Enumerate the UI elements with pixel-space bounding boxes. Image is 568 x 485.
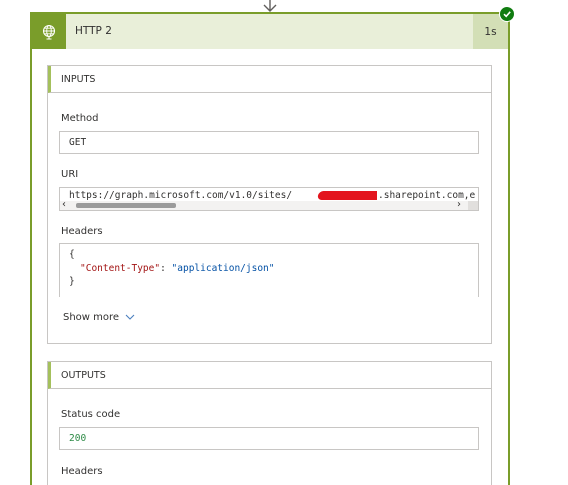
- method-field[interactable]: GET: [59, 131, 479, 154]
- scrollbar-corner: [468, 201, 478, 210]
- show-more-button[interactable]: Show more: [63, 312, 135, 323]
- globe-icon: [32, 14, 66, 49]
- uri-label: URI: [61, 169, 79, 180]
- headers-field[interactable]: { "Content-Type": "application/json" }: [59, 243, 479, 297]
- json-key: "Content-Type": [80, 262, 161, 274]
- uri-scrollbar-thumb[interactable]: [76, 203, 176, 208]
- success-check-icon: [499, 6, 515, 22]
- headers-label: Headers: [61, 226, 103, 237]
- status-code-label: Status code: [61, 409, 121, 420]
- outputs-section: OUTPUTS: [47, 361, 492, 485]
- output-headers-label: Headers: [61, 466, 103, 477]
- json-separator: :: [160, 262, 172, 274]
- status-code-field[interactable]: 200: [59, 427, 479, 450]
- json-close-brace: }: [69, 276, 75, 287]
- chevron-down-icon: [125, 312, 135, 323]
- scroll-right-icon[interactable]: ›: [457, 199, 461, 210]
- scroll-left-icon[interactable]: ‹: [62, 199, 66, 210]
- json-value: "application/json": [171, 262, 275, 274]
- uri-text: https://graph.microsoft.com/v1.0/sites/: [69, 190, 293, 201]
- inputs-section-title: INPUTS: [48, 66, 491, 93]
- redaction-mark: [317, 191, 383, 200]
- uri-field[interactable]: https://graph.microsoft.com/v1.0/sites/ …: [59, 187, 479, 211]
- action-header[interactable]: HTTP 2 1s: [32, 14, 508, 49]
- action-title: HTTP 2: [75, 25, 112, 37]
- json-open-brace: {: [69, 249, 75, 260]
- json-line: "Content-Type": "application/json": [69, 262, 478, 276]
- method-label: Method: [61, 113, 99, 124]
- show-more-label: Show more: [63, 312, 120, 323]
- outputs-section-title: OUTPUTS: [48, 362, 491, 389]
